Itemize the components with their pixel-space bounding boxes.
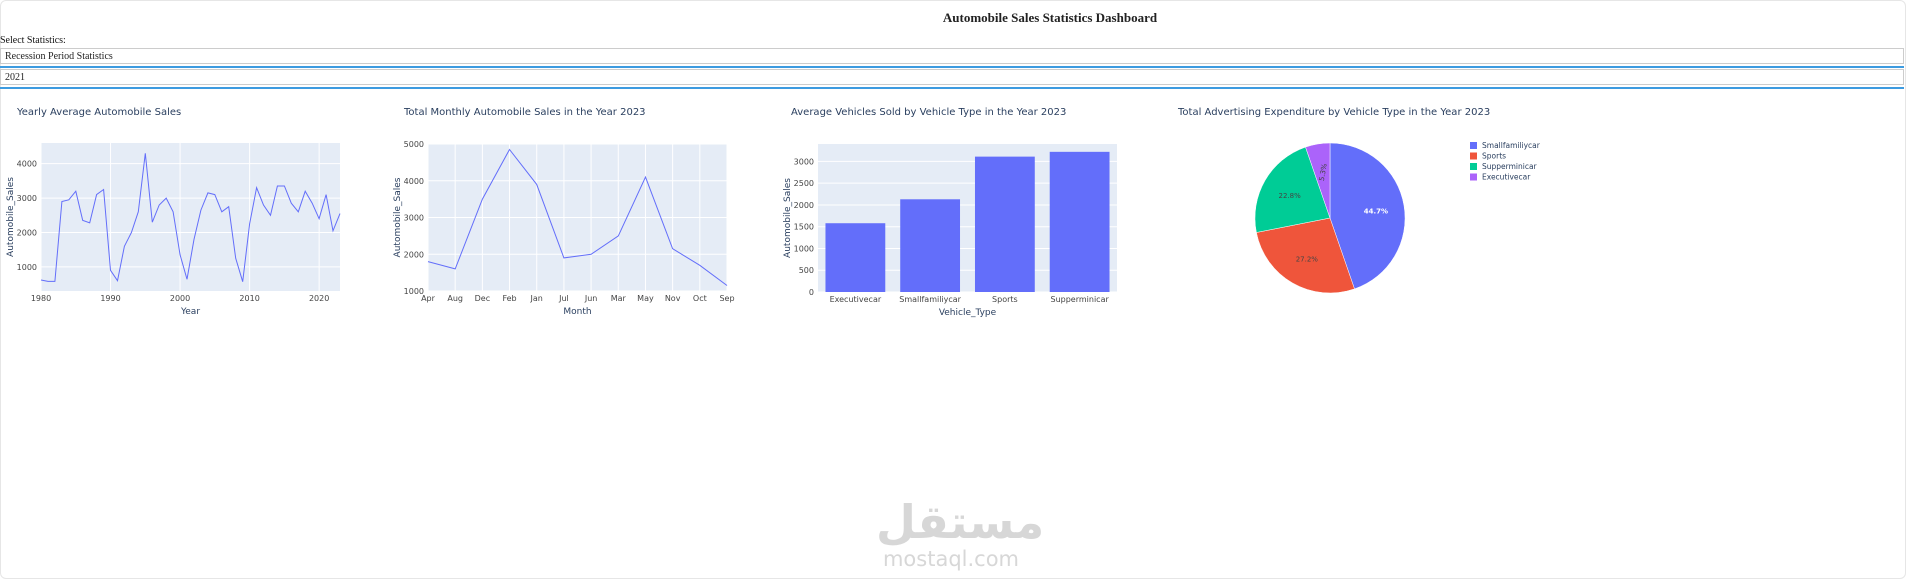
yearly-sales-line-chart: 1000 2000 3000 4000 1980 1990 2000 2010 2020 Year…	[6, 143, 341, 317]
x-tick-label: Mar	[611, 294, 627, 303]
y-axis-title: Automobile_Sales	[783, 178, 793, 258]
bar-supperminicar	[1049, 151, 1110, 292]
x-axis-title: Month	[563, 307, 591, 317]
page-title: Automobile Sales Statistics Dashboard	[942, 10, 1158, 25]
legend-swatch	[1470, 152, 1477, 160]
y-tick-label: 5000	[404, 140, 424, 149]
bar-sports	[974, 156, 1035, 292]
y-tick-label: 500	[799, 266, 814, 275]
watermark: مستقل mostaql.com	[876, 495, 1045, 571]
y-tick-label: 3000	[17, 194, 37, 203]
legend-label: Sports	[1482, 152, 1506, 161]
x-tick-label: Aug	[447, 294, 463, 303]
watermark-logo: مستقل	[876, 495, 1045, 549]
x-tick-label: Feb	[502, 294, 516, 303]
chart-1-title: Yearly Average Automobile Sales	[17, 107, 182, 118]
y-tick-label: 3000	[794, 157, 814, 166]
legend-swatch	[1470, 163, 1477, 170]
y-axis-title: Automobile_Sales	[393, 177, 403, 257]
y-tick-label: 1000	[794, 244, 814, 253]
pie-label: 22.8%	[1279, 192, 1302, 200]
dropdown-rule-2	[0, 87, 1904, 89]
legend-swatch	[1470, 173, 1477, 181]
chart-3-title: Average Vehicles Sold by Vehicle Type in…	[791, 107, 1067, 118]
x-tick-label: Smallfamiliycar	[899, 295, 961, 304]
y-tick-label: 2500	[794, 179, 814, 188]
pie-label: 27.2%	[1296, 255, 1319, 263]
y-tick-label: 0	[809, 288, 814, 297]
x-tick-label: Jan	[530, 294, 543, 303]
x-axis-title: Vehicle_Type	[939, 308, 997, 318]
x-tick-label: Dec	[475, 294, 490, 303]
x-tick-label: 2010	[239, 294, 259, 303]
x-tick-label: Jul	[558, 294, 569, 303]
year-dropdown[interactable]: 2021	[0, 69, 1904, 85]
x-tick-label: Apr	[421, 294, 436, 303]
vehicle-type-bar-chart: 0 500 1000 1500 2000 2500 3000 Vehicle_Type Auto…	[783, 144, 1117, 318]
x-tick-label: 2000	[170, 294, 190, 303]
chart-2-title: Total Monthly Automobile Sales in the Ye…	[404, 107, 646, 118]
bar-smallfamiliycar	[900, 199, 961, 292]
legend-label: Executivecar	[1482, 173, 1531, 182]
legend-swatch	[1470, 142, 1477, 149]
x-tick-label: Supperminicar	[1050, 295, 1109, 304]
y-tick-label: 1000	[17, 263, 37, 272]
y-tick-label: 1500	[794, 223, 814, 232]
y-axis-title: Automobile_Sales	[6, 177, 16, 257]
x-tick-label: Nov	[665, 294, 681, 303]
y-tick-label: 3000	[404, 214, 424, 223]
x-tick-label: 1990	[100, 294, 120, 303]
x-tick-label: 1980	[31, 294, 51, 303]
x-tick-label: Executivecar	[830, 295, 882, 304]
select-statistics-label: Select Statistics:	[0, 35, 66, 46]
y-tick-label: 2000	[794, 201, 814, 210]
y-tick-label: 4000	[404, 177, 424, 186]
x-tick-label: Oct	[693, 294, 707, 303]
monthly-sales-line-chart: 10002000300040005000Apr Aug Dec Feb Jan Jul Ju…	[393, 140, 735, 317]
x-tick-label: May	[637, 294, 654, 303]
watermark-url: mostaql.com	[882, 547, 1020, 571]
chart-4-title: Total Advertising Expenditure by Vehicle…	[1178, 107, 1491, 118]
plot-area	[41, 143, 340, 291]
bar-executivecar	[825, 223, 886, 292]
x-tick-label: Jun	[584, 294, 598, 303]
x-tick-label: Sports	[992, 295, 1018, 304]
legend-label: Smallfamiliycar	[1482, 141, 1541, 150]
statistics-dropdown[interactable]: Recession Period Statistics	[0, 48, 1904, 64]
advertising-pie-chart: 44.7%27.2%22.8%5.3%SmallfamiliycarSports…	[1254, 141, 1541, 294]
legend-label: Supperminicar	[1482, 162, 1538, 171]
pie-label: 44.7%	[1364, 207, 1388, 215]
x-tick-label: Sep	[719, 294, 734, 303]
y-tick-label: 2000	[17, 228, 37, 237]
y-tick-label: 4000	[17, 160, 37, 169]
y-tick-label: 2000	[404, 250, 424, 259]
dropdown-rule-1	[0, 66, 1904, 68]
x-axis-title: Year	[180, 307, 200, 317]
x-tick-label: 2020	[309, 294, 329, 303]
